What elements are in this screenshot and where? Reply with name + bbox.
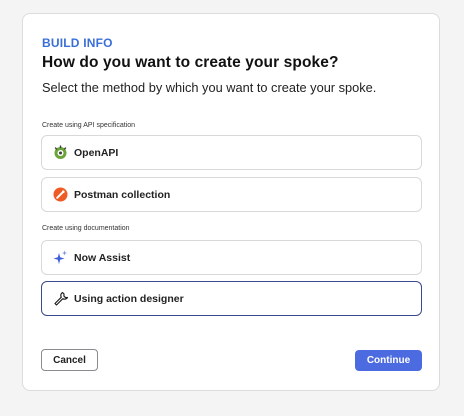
option-label: Now Assist: [74, 251, 131, 264]
option-now-assist[interactable]: Now Assist: [41, 240, 422, 275]
option-openapi[interactable]: OpenAPI: [41, 135, 422, 170]
sparkle-icon: [53, 250, 68, 265]
dialog-subtitle: Select the method by which you want to c…: [42, 80, 377, 95]
documentation-section-label: Create using documentation: [42, 225, 130, 232]
build-info-dialog: BUILD INFO How do you want to create you…: [22, 13, 440, 391]
option-postman-collection[interactable]: Postman collection: [41, 177, 422, 212]
section-kicker: BUILD INFO: [42, 36, 113, 50]
option-label: OpenAPI: [74, 146, 119, 159]
postman-icon: [53, 187, 68, 202]
option-using-action-designer[interactable]: Using action designer: [41, 281, 422, 316]
continue-button[interactable]: Continue: [355, 350, 422, 371]
dialog-title: How do you want to create your spoke?: [42, 54, 339, 71]
openapi-icon: [53, 145, 68, 160]
api-spec-section-label: Create using API specification: [42, 122, 135, 129]
option-label: Using action designer: [74, 292, 184, 305]
cancel-button[interactable]: Cancel: [41, 349, 98, 371]
wrench-icon: [53, 291, 68, 306]
option-label: Postman collection: [74, 188, 171, 201]
